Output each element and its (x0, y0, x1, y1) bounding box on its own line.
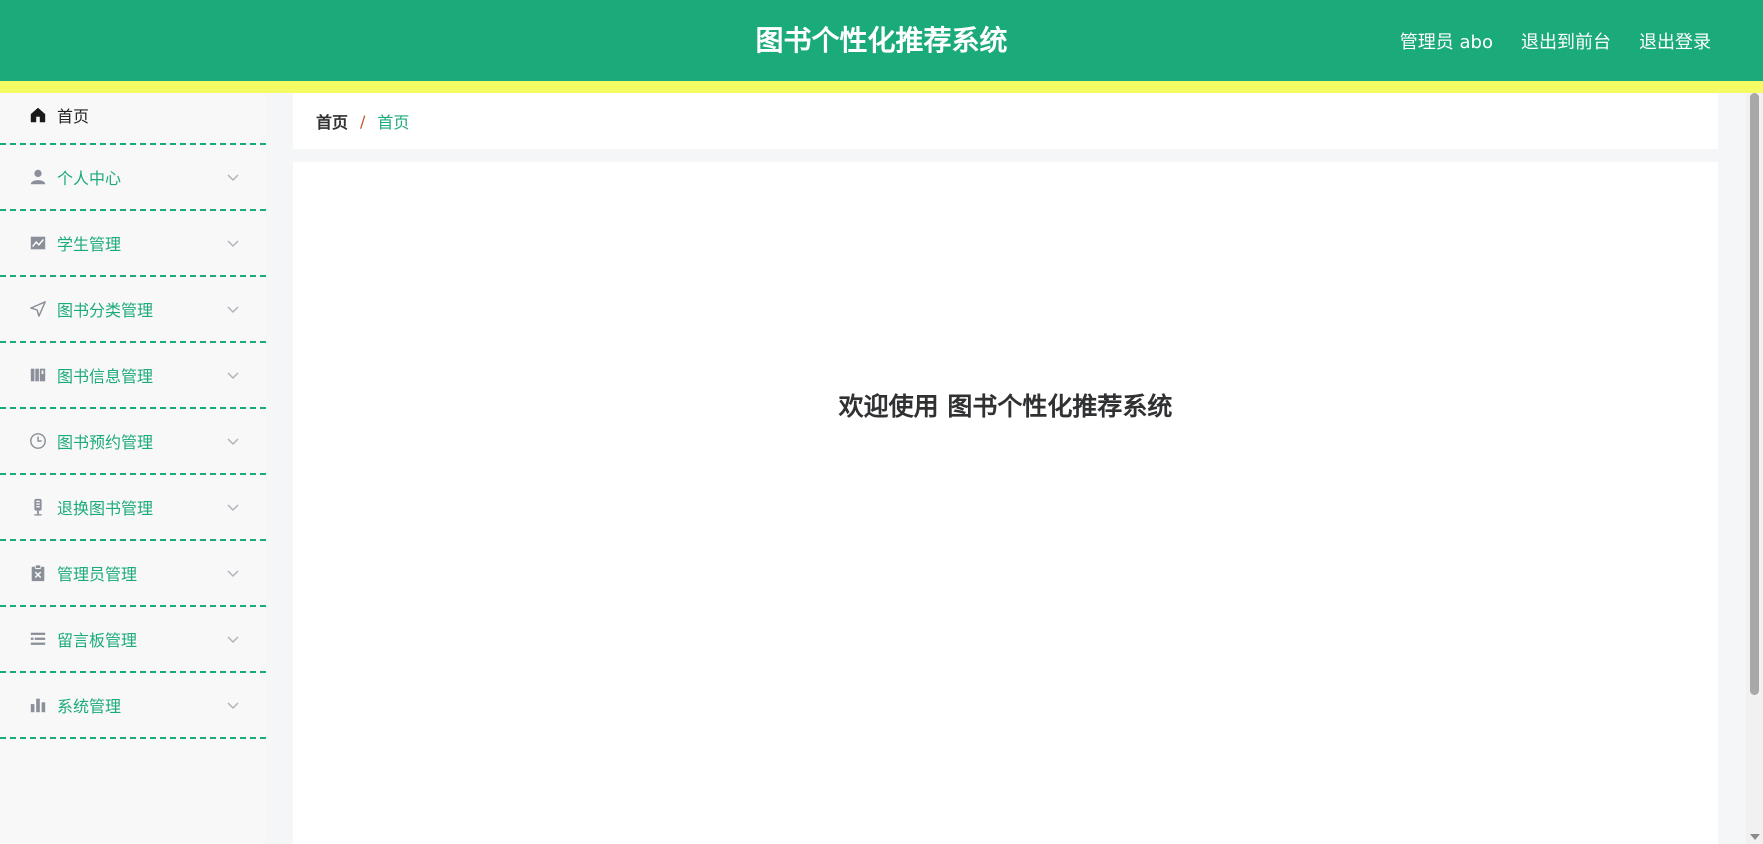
sidebar-item-label: 图书预约管理 (57, 433, 154, 452)
scroll-down-arrow-icon[interactable] (1750, 834, 1760, 840)
trend-chart-icon (28, 233, 48, 253)
header-accent-stripe (0, 81, 1763, 93)
chevron-down-icon (226, 235, 240, 249)
welcome-message: 欢迎使用 图书个性化推荐系统 (838, 392, 1173, 421)
microphone-icon (28, 497, 48, 517)
sidebar-item-book-reservation[interactable]: 图书预约管理 (0, 409, 266, 475)
clock-icon (28, 431, 48, 451)
breadcrumb-current: 首页 (377, 113, 410, 132)
scrollbar-thumb[interactable] (1750, 93, 1759, 695)
breadcrumb-root[interactable]: 首页 (316, 109, 348, 133)
list-icon (28, 629, 48, 649)
sidebar-item-message-board[interactable]: 留言板管理 (0, 607, 266, 673)
breadcrumb: 首页 / 首页 (293, 93, 1718, 149)
sidebar-item-book-category[interactable]: 图书分类管理 (0, 277, 266, 343)
header-actions: 管理员 abo 退出到前台 退出登录 (1400, 0, 1711, 81)
chevron-down-icon (226, 697, 240, 711)
chevron-down-icon (226, 169, 240, 183)
sidebar-item-label: 个人中心 (57, 169, 122, 188)
user-icon (28, 167, 48, 187)
sidebar-item-admin-management[interactable]: 管理员管理 (0, 541, 266, 607)
top-header: 图书个性化推荐系统 管理员 abo 退出到前台 退出登录 (0, 0, 1763, 81)
admin-user-label[interactable]: 管理员 abo (1400, 28, 1493, 54)
exit-to-front-link[interactable]: 退出到前台 (1521, 28, 1611, 54)
sidebar-item-student-management[interactable]: 学生管理 (0, 211, 266, 277)
breadcrumb-separator: / (360, 111, 366, 131)
chevron-down-icon (226, 301, 240, 315)
chevron-down-icon (226, 433, 240, 447)
home-icon (28, 105, 48, 125)
sidebar: 首页 个人中心 学生管理 图书分类管理 图书信息管理 图书预约管理 退换图书管理… (0, 93, 266, 844)
sidebar-item-label: 学生管理 (57, 235, 122, 254)
chevron-down-icon (226, 367, 240, 381)
books-icon (28, 365, 48, 385)
sidebar-item-system-management[interactable]: 系统管理 (0, 673, 266, 739)
sidebar-item-home[interactable]: 首页 (0, 93, 266, 145)
sidebar-item-book-return[interactable]: 退换图书管理 (0, 475, 266, 541)
sidebar-item-label: 留言板管理 (57, 631, 138, 650)
sidebar-item-label: 图书分类管理 (57, 301, 154, 320)
sidebar-item-personal-center[interactable]: 个人中心 (0, 145, 266, 211)
sidebar-item-label: 图书信息管理 (57, 367, 154, 386)
sidebar-item-label: 系统管理 (57, 697, 122, 716)
chevron-down-icon (226, 565, 240, 579)
send-arrow-icon (28, 299, 48, 319)
page-scrollbar[interactable] (1746, 93, 1763, 844)
sidebar-item-label: 管理员管理 (57, 565, 138, 584)
sidebar-item-book-info[interactable]: 图书信息管理 (0, 343, 266, 409)
sidebar-item-label: 退换图书管理 (57, 499, 154, 518)
bar-chart-icon (28, 695, 48, 715)
sidebar-menu: 首页 个人中心 学生管理 图书分类管理 图书信息管理 图书预约管理 退换图书管理… (0, 93, 266, 739)
main-content: 欢迎使用 图书个性化推荐系统 (293, 162, 1718, 844)
sidebar-item-label: 首页 (57, 107, 90, 126)
clipboard-x-icon (28, 563, 48, 583)
logout-link[interactable]: 退出登录 (1639, 28, 1711, 54)
chevron-down-icon (226, 631, 240, 645)
chevron-down-icon (226, 499, 240, 513)
